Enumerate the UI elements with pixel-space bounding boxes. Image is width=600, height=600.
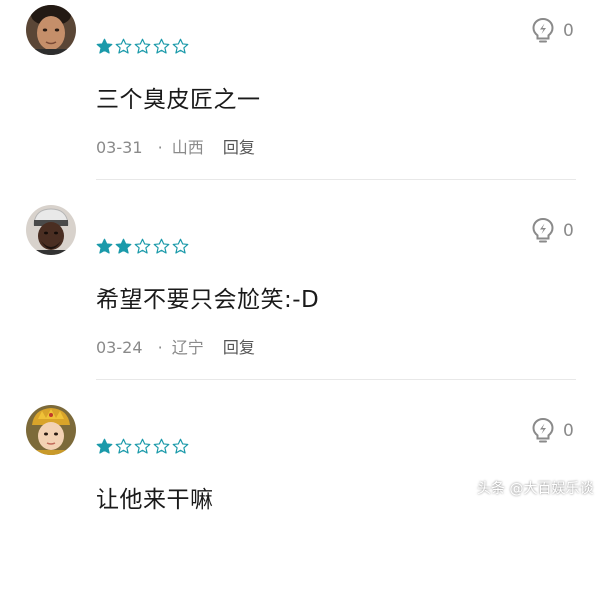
comment-date: 03-31 [96,138,143,157]
divider [96,179,576,180]
star-outline-icon [134,438,151,454]
user-avatar-icon [26,405,76,455]
lightbulb-icon [532,17,554,43]
star-outline-icon [172,438,189,454]
divider [96,379,576,380]
comment-region: 辽宁 [171,338,204,357]
comment-item: 让他来干嘛 0 [0,400,600,600]
meta-separator: · [157,138,163,157]
reply-button[interactable]: 回复 [223,134,255,158]
star-outline-icon [153,238,170,254]
rating-stars [96,438,189,455]
comment-date: 03-24 [96,338,143,357]
star-filled-icon [96,438,113,454]
comment-item: 希望不要只会尬笑:-D 03-24 · 辽宁 回复 0 [0,200,600,400]
avatar[interactable] [26,405,76,455]
comment-text: 三个臭皮匠之一 [96,87,261,113]
comment-meta: 03-24 · 辽宁 回复 [96,334,255,358]
comment-meta: 03-31 · 山西 回复 [96,134,255,158]
star-outline-icon [172,238,189,254]
star-outline-icon [115,438,132,454]
star-outline-icon [134,238,151,254]
star-outline-icon [115,38,132,54]
like-count: 0 [563,421,574,441]
user-avatar-icon [26,5,76,55]
star-outline-icon [172,38,189,54]
star-outline-icon [134,38,151,54]
lightbulb-icon [532,417,554,443]
like-button[interactable]: 0 [531,217,574,245]
star-filled-icon [96,238,113,254]
star-outline-icon [153,438,170,454]
comment-text: 希望不要只会尬笑:-D [96,287,320,313]
like-button[interactable]: 0 [531,417,574,445]
lightbulb-icon [532,217,554,243]
like-button[interactable]: 0 [531,17,574,45]
like-count: 0 [563,21,574,41]
reply-button[interactable]: 回复 [223,334,255,358]
star-outline-icon [153,38,170,54]
avatar[interactable] [26,5,76,55]
watermark: 头条 @大百娱乐谈 [477,481,594,497]
star-filled-icon [96,38,113,54]
comment-region: 山西 [171,138,204,157]
meta-separator: · [157,338,163,357]
avatar[interactable] [26,205,76,255]
user-avatar-icon [26,205,76,255]
comment-item: 三个臭皮匠之一 03-31 · 山西 回复 0 [0,0,600,200]
rating-stars [96,38,189,55]
rating-stars [96,238,189,255]
like-count: 0 [563,221,574,241]
star-filled-icon [115,238,132,254]
